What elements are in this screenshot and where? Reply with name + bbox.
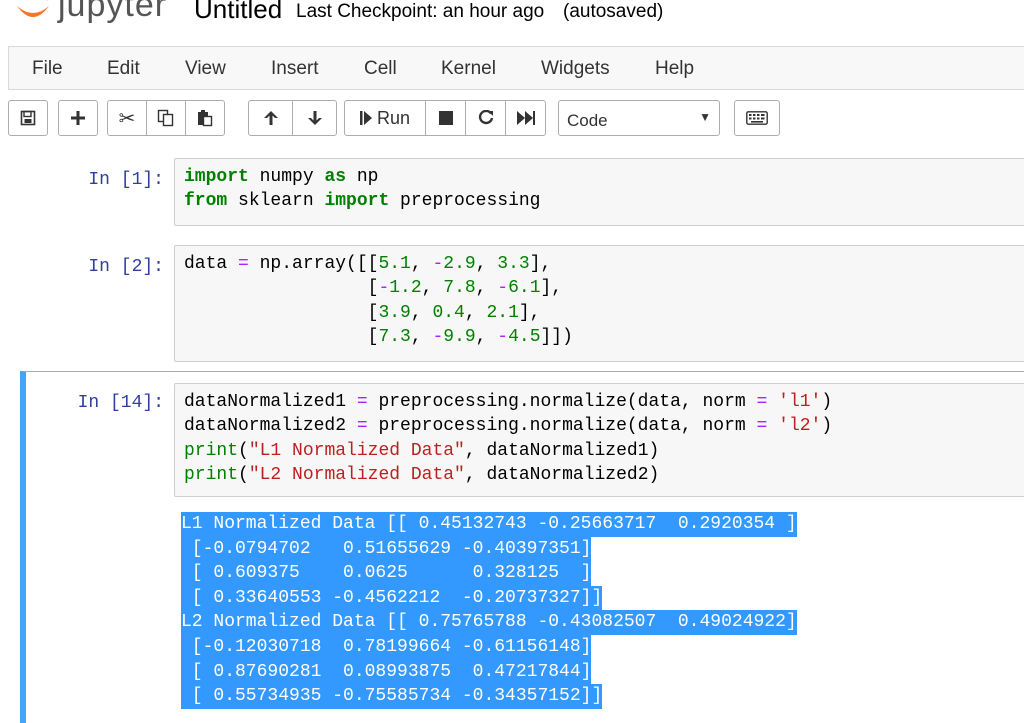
stop-icon (438, 111, 453, 125)
output-line: L2 Normalized Data [[ 0.75765788 -0.4308… (181, 610, 797, 635)
code-line: dataNormalized1 = preprocessing.normaliz… (184, 392, 833, 412)
output-line: [-0.12030718 0.78199664 -0.61156148] (181, 634, 592, 660)
output-line: [-0.0794702 0.51655629 -0.40397351] (181, 536, 592, 562)
code-editor[interactable]: import numpy as np from sklearn import pr… (174, 158, 1024, 226)
save-button[interactable] (8, 100, 48, 136)
edit-group: ✂ (107, 100, 225, 136)
autosave-status: (autosaved) (563, 1, 664, 22)
paste-button[interactable] (185, 100, 225, 136)
code-line: [7.3, -9.9, -4.5]]) (184, 326, 573, 347)
chevron-down-icon: ▼ (699, 110, 711, 124)
header: jupyter Untitled Last Checkpoint: an hou… (0, 0, 1024, 40)
menu-kernel[interactable]: Kernel (441, 58, 496, 80)
cell-output[interactable]: L1 Normalized Data [[ 0.45132743 -0.2566… (181, 512, 797, 709)
arrow-down-icon (307, 111, 322, 125)
move-down-button[interactable] (292, 100, 337, 136)
output-line: L1 Normalized Data [[ 0.45132743 -0.2566… (181, 512, 797, 537)
run-button[interactable]: Run (344, 100, 426, 136)
menu-file[interactable]: File (32, 58, 63, 80)
notebook-name[interactable]: Untitled (194, 0, 282, 25)
code-line: from sklearn import preprocessing (184, 191, 541, 212)
menu-view[interactable]: View (185, 58, 226, 80)
restart-run-all-button[interactable] (505, 100, 546, 136)
restart-button[interactable] (465, 100, 506, 136)
save-icon (20, 110, 36, 126)
step-icon (359, 111, 372, 125)
code-line: import numpy as np (184, 167, 379, 187)
save-group (8, 100, 48, 136)
run-label: Run (376, 107, 411, 128)
jupyter-logo-text[interactable]: jupyter (58, 0, 167, 25)
arrow-up-icon (263, 111, 278, 125)
output-line: [ 0.33640553 -0.4562212 -0.20737327]] (181, 585, 603, 611)
code-line: data = np.array([[5.1, -2.9, 3.3], (184, 254, 552, 274)
code-line: [3.9, 0.4, 2.1], (184, 302, 541, 323)
interrupt-button[interactable] (425, 100, 466, 136)
keyboard-group (734, 100, 780, 136)
run-group: Run (344, 100, 546, 136)
cell-prompt: In [1]: (88, 170, 164, 190)
code-line: dataNormalized2 = preprocessing.normaliz… (184, 416, 833, 437)
plus-icon (71, 111, 85, 125)
insert-group (58, 100, 98, 136)
output-line: [ 0.609375 0.0625 0.328125 ] (181, 561, 592, 586)
cell-type-value: Code (567, 111, 608, 130)
cell-prompt: In [2]: (88, 257, 164, 277)
output-line: [ 0.55734935 -0.75585734 -0.34357152]] (181, 684, 603, 709)
cell-type-select[interactable]: Code ▼ (558, 100, 720, 136)
command-palette-button[interactable] (734, 100, 780, 136)
fast-forward-icon (516, 111, 535, 125)
move-up-button[interactable] (248, 100, 293, 136)
cut-button[interactable]: ✂ (107, 100, 147, 136)
code-line: print("L2 Normalized Data", dataNormaliz… (184, 464, 660, 485)
move-group (248, 100, 337, 136)
copy-icon (157, 109, 174, 127)
menubar: File Edit View Insert Cell Kernel Widget… (8, 46, 1024, 90)
menu-insert[interactable]: Insert (271, 58, 319, 80)
menu-cell[interactable]: Cell (364, 58, 397, 80)
scissors-icon: ✂ (118, 107, 136, 130)
code-editor[interactable]: data = np.array([[5.1, -2.9, 3.3], [-1.2… (174, 245, 1024, 362)
menu-widgets[interactable]: Widgets (541, 58, 610, 80)
output-line: [ 0.87690281 0.08993875 0.47217844] (181, 659, 592, 685)
menu-edit[interactable]: Edit (107, 58, 140, 80)
code-line: print("L1 Normalized Data", dataNormaliz… (184, 440, 660, 461)
last-checkpoint: Last Checkpoint: an hour ago (296, 1, 545, 22)
code-line: [-1.2, 7.8, -6.1], (184, 278, 563, 299)
toolbar: ✂ Run Code ▼ (0, 100, 1024, 138)
paste-icon (198, 110, 213, 127)
code-editor[interactable]: dataNormalized1 = preprocessing.normaliz… (174, 383, 1024, 497)
jupyter-logo-icon[interactable] (14, 0, 52, 34)
keyboard-icon (746, 111, 768, 125)
copy-button[interactable] (146, 100, 186, 136)
restart-icon (478, 110, 493, 125)
menu-help[interactable]: Help (655, 58, 694, 80)
cell-prompt: In [14]: (77, 393, 164, 413)
insert-cell-button[interactable] (58, 100, 98, 136)
